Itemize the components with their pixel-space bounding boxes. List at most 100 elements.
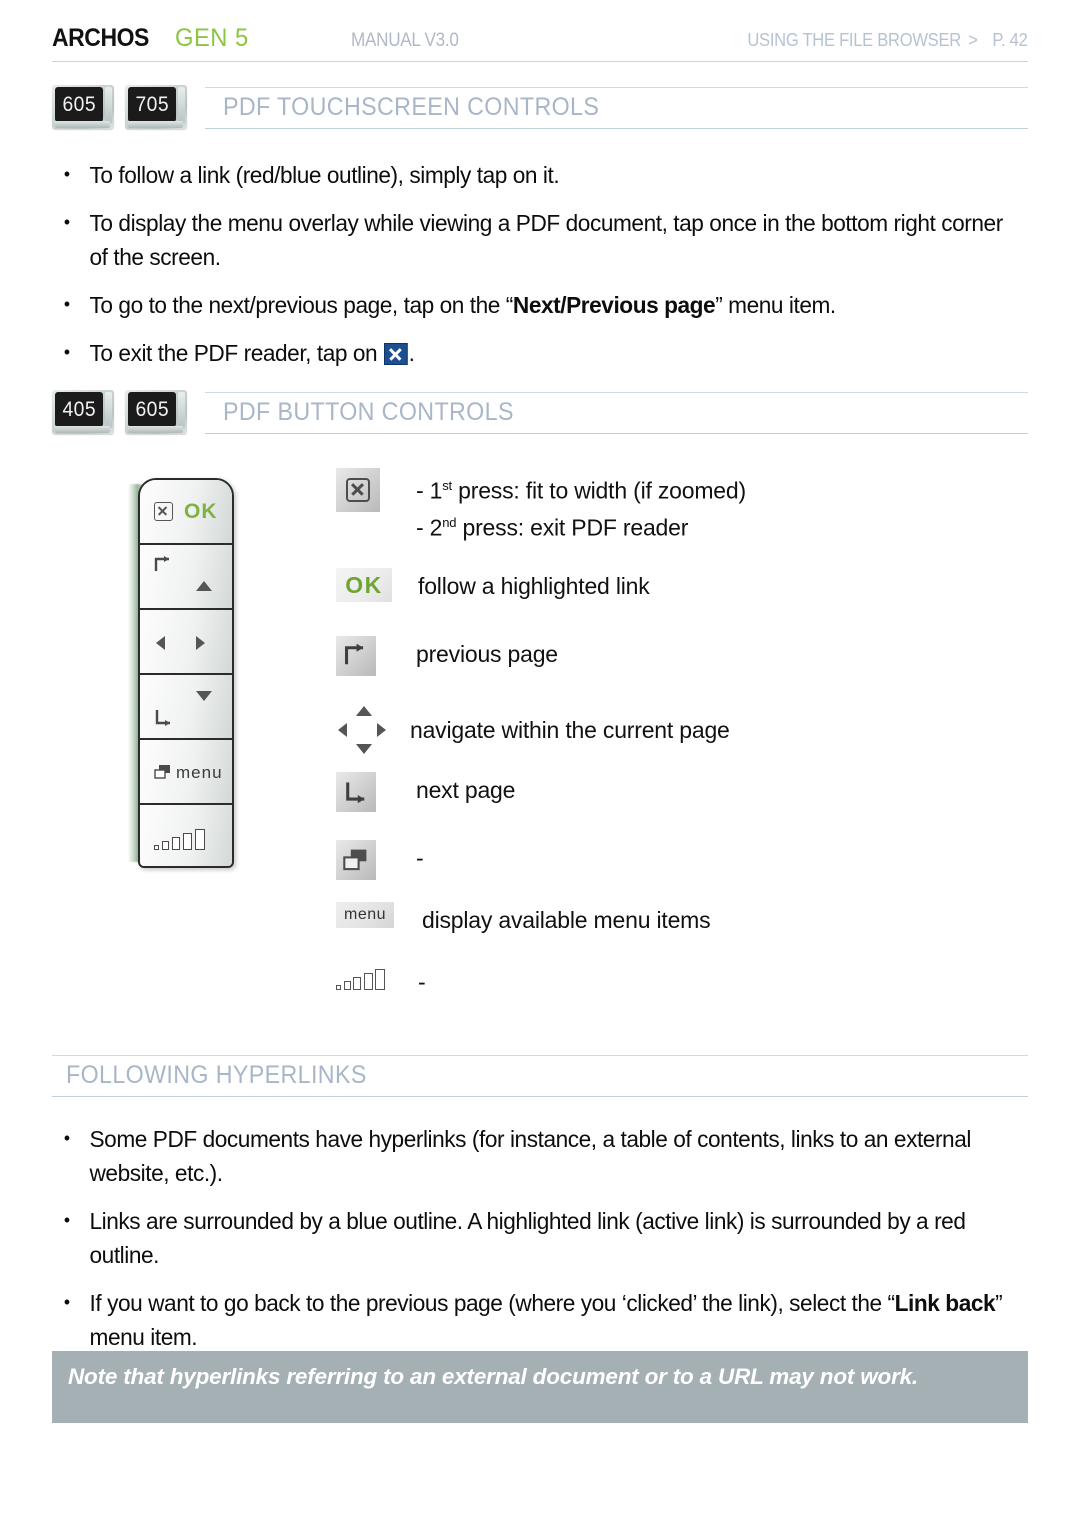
bullet-item: To exit the PDF reader, tap on .: [58, 335, 1015, 370]
device-base: [128, 121, 183, 128]
bullet-text: .: [408, 340, 415, 366]
left-right-key: [140, 610, 232, 675]
device-edge: [178, 392, 185, 428]
legend-icon-cell: menu: [336, 902, 396, 928]
device-badge: 605: [52, 85, 114, 129]
bullet-text: To exit the PDF reader, tap on: [89, 340, 384, 366]
legend-label: next page: [416, 777, 516, 803]
volume-key: [140, 805, 232, 866]
menu-icon: menu: [336, 902, 394, 928]
device-strip-body: OK menu: [138, 478, 234, 868]
device-model-label: 605: [62, 92, 96, 116]
rule-top: [52, 1055, 1028, 1056]
close-x-icon: [336, 468, 380, 512]
legend-icon-cell: OK: [336, 568, 396, 602]
manual-version-label: MANUAL V3.0: [350, 30, 459, 51]
note-callout: Note that hyperlinks referring to an ext…: [52, 1351, 1028, 1423]
legend-label: -: [416, 845, 424, 871]
bullet-list-hyperlinks: Some PDF documents have hyperlinks (for …: [58, 1121, 1030, 1368]
rule-bottom: [52, 1096, 1028, 1097]
menu-key: menu: [140, 740, 232, 805]
bullet-item: If you want to go back to the previous p…: [58, 1285, 1015, 1354]
rule-top: [205, 392, 1028, 393]
device-button-strip-image: OK menu: [128, 478, 238, 868]
next-page-icon: [336, 772, 376, 812]
bullet-emphasis: Next/Previous page: [512, 292, 716, 318]
bullet-text: To go to the next/previous page, tap on …: [89, 292, 514, 318]
legend-row-ok: OK follow a highlighted link: [336, 568, 1026, 636]
legend-row-next: next page: [336, 772, 1026, 840]
down-next-key: [140, 675, 232, 740]
legend-icon-cell: [336, 964, 396, 990]
device-model-label: 705: [135, 92, 169, 116]
bullet-text: ” menu item.: [715, 292, 836, 318]
right-arrow-icon: [196, 636, 205, 650]
left-arrow-icon: [156, 636, 165, 650]
device-badge: 605: [125, 390, 187, 434]
legend-line-2: - 2nd press: exit PDF reader: [416, 514, 689, 541]
device-base: [55, 121, 110, 128]
menu-key-label: menu: [176, 763, 223, 782]
device-badge: 405: [52, 390, 114, 434]
close-x-icon: [154, 502, 173, 521]
legend-label: navigate within the current page: [410, 717, 730, 743]
bullet-emphasis: Link back: [894, 1290, 996, 1316]
legend-row-tab: -: [336, 840, 1026, 902]
device-badges-touchscreen: 605 705: [52, 85, 187, 129]
page-number: P. 42: [992, 30, 1028, 50]
volume-icon: [154, 829, 205, 850]
page-header: ARCHOS GEN 5 MANUAL V3.0 USING THE FILE …: [52, 24, 1028, 62]
legend-label: previous page: [416, 641, 558, 667]
rule-top: [205, 87, 1028, 88]
legend-icon-cell: [336, 840, 396, 880]
previous-page-icon: [154, 556, 169, 571]
legend-label: - 1st press: fit to width (if zoomed) - …: [416, 468, 746, 543]
tab-switch-icon: [336, 840, 376, 880]
section-title: PDF TOUCHSCREEN CONTROLS: [223, 93, 600, 121]
bullet-item: Links are surrounded by a blue outline. …: [58, 1203, 1015, 1272]
bullet-item: To go to the next/previous page, tap on …: [58, 287, 1015, 322]
legend-icon-cell: [336, 772, 396, 812]
section-header-touchscreen: 605 705 PDF TOUCHSCREEN CONTROLS: [52, 85, 1028, 131]
legend-line-1: - 1st press: fit to width (if zoomed): [416, 477, 746, 504]
next-page-icon: [155, 710, 170, 726]
device-screen: 605: [128, 392, 176, 427]
exit-ok-key: OK: [140, 480, 232, 545]
legend-row-navigate: navigate within the current page: [336, 704, 1026, 772]
device-screen: 705: [128, 87, 176, 122]
device-edge: [105, 87, 112, 123]
up-arrow-icon: [196, 581, 212, 591]
rule-bottom: [205, 433, 1028, 434]
legend-label: -: [418, 969, 426, 995]
legend-row-menu: menu display available menu items: [336, 902, 1026, 964]
note-text: Note that hyperlinks referring to an ext…: [68, 1364, 918, 1389]
bullet-list-touchscreen: To follow a link (red/blue outline), sim…: [58, 157, 1030, 384]
breadcrumb: USING THE FILE BROWSER > P. 42: [748, 30, 1028, 51]
section-header-buttons: 405 605 PDF BUTTON CONTROLS: [52, 390, 1028, 436]
section-header-hyperlinks: FOLLOWING HYPERLINKS: [52, 1053, 1028, 1099]
section-title: FOLLOWING HYPERLINKS: [66, 1061, 367, 1089]
bullet-item: To display the menu overlay while viewin…: [58, 205, 1015, 274]
device-badge: 705: [125, 85, 187, 129]
bullet-text: If you want to go back to the previous p…: [89, 1290, 896, 1316]
legend-icon-cell: [336, 636, 396, 676]
device-edge: [105, 392, 112, 428]
legend-icon-cell: [336, 704, 396, 756]
ok-key-label: OK: [184, 500, 218, 523]
ok-icon: OK: [336, 568, 392, 602]
bullet-text: To display the menu overlay while viewin…: [89, 210, 1004, 270]
legend-icon-cell: [336, 468, 396, 512]
volume-icon: [336, 964, 396, 990]
navigate-dpad-icon: [336, 704, 388, 756]
button-legend-list: - 1st press: fit to width (if zoomed) - …: [336, 468, 1026, 1014]
rule-bottom: [205, 128, 1028, 129]
bullet-text: Links are surrounded by a blue outline. …: [89, 1208, 966, 1268]
legend-label: display available menu items: [422, 907, 711, 933]
bullet-item: Some PDF documents have hyperlinks (for …: [58, 1121, 1015, 1190]
device-base: [55, 426, 110, 433]
chevron-right-icon: >: [968, 30, 979, 50]
breadcrumb-section: USING THE FILE BROWSER: [747, 30, 962, 50]
close-x-icon: [384, 343, 408, 365]
section-title: PDF BUTTON CONTROLS: [223, 398, 514, 426]
archos-logo: ARCHOS: [52, 24, 149, 52]
